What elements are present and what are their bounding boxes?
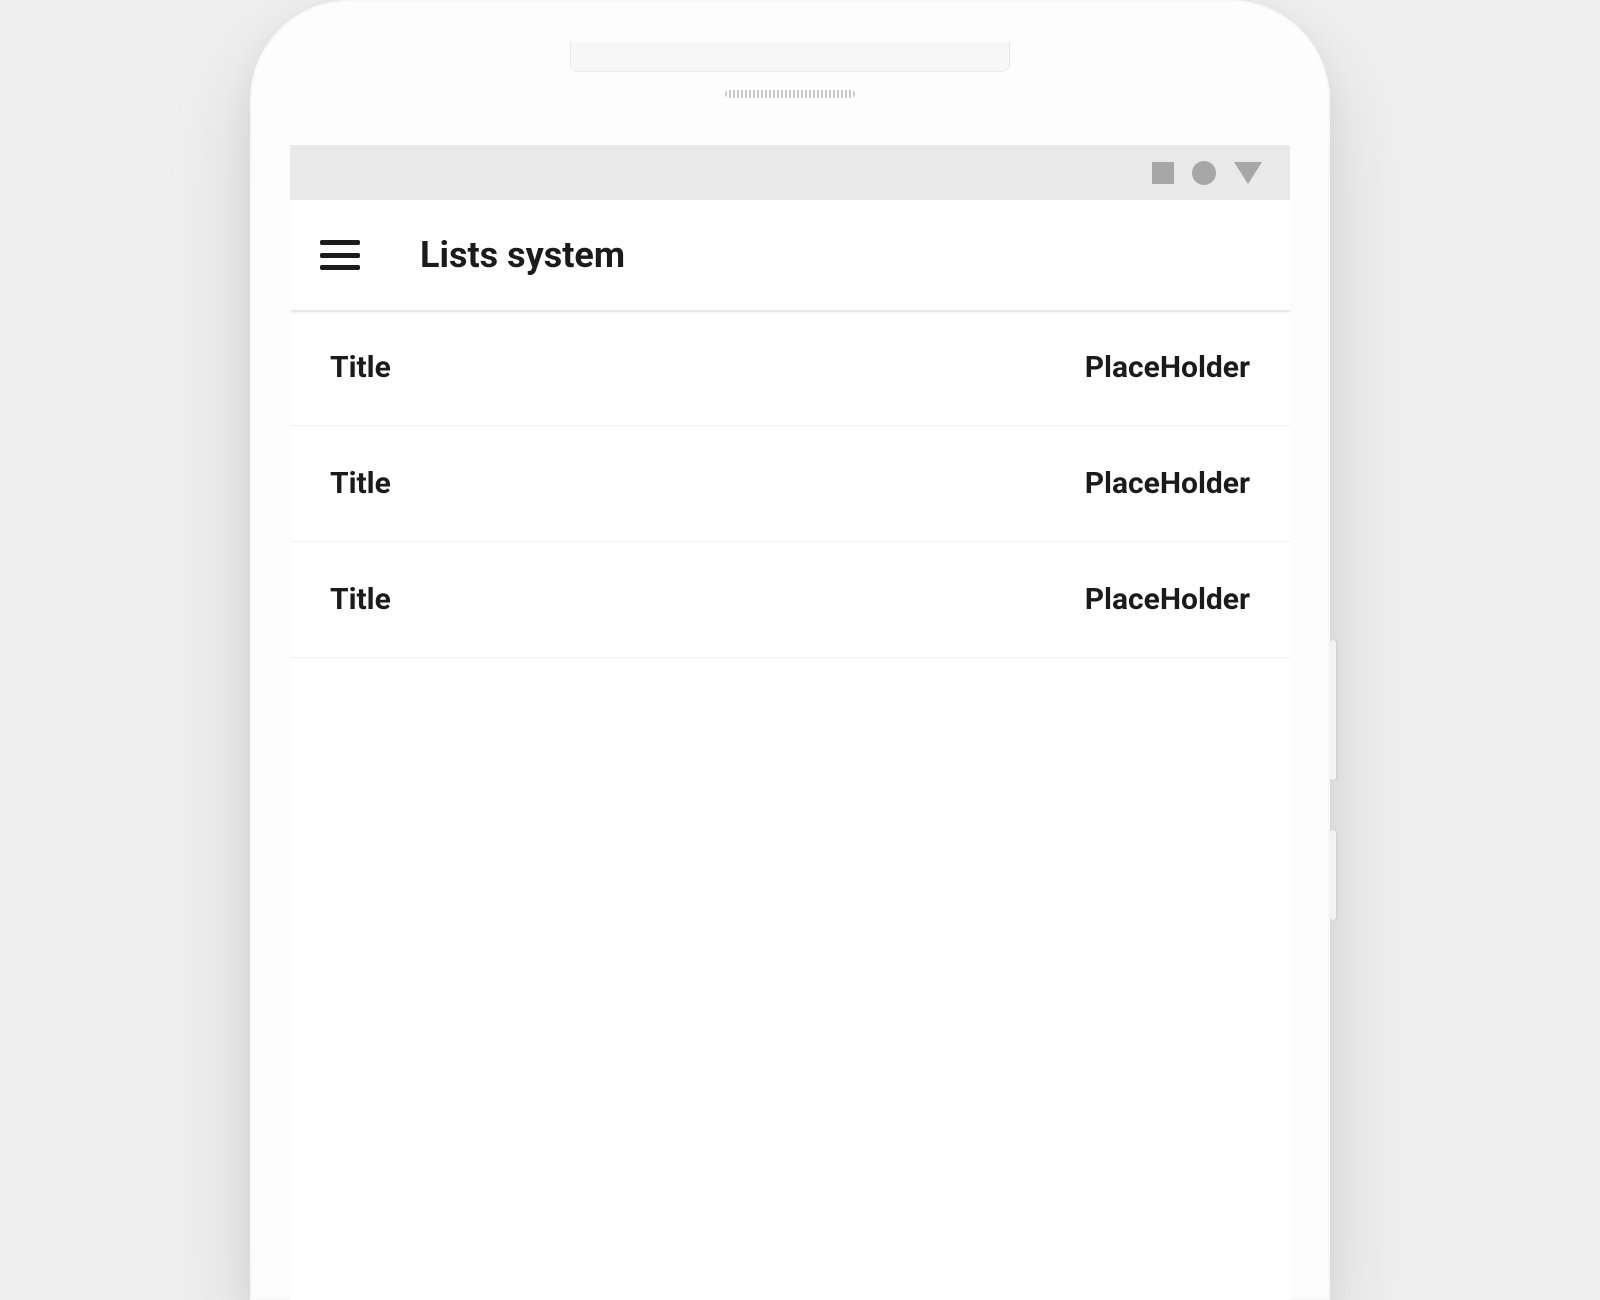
list-item[interactable]: Title PlaceHolder [290, 310, 1290, 426]
status-triangle-icon [1234, 162, 1262, 184]
screen: Lists system Title PlaceHolder Title Pla… [290, 145, 1290, 1300]
list-item-placeholder: PlaceHolder [1085, 466, 1250, 501]
list-item-title: Title [330, 582, 391, 617]
app-title: Lists system [420, 234, 625, 276]
app-bar: Lists system [290, 200, 1290, 310]
phone-side-button [1330, 640, 1336, 780]
list-item[interactable]: Title PlaceHolder [290, 426, 1290, 542]
status-square-icon [1152, 162, 1174, 184]
hamburger-menu-icon[interactable] [320, 240, 360, 270]
list-item-title: Title [330, 350, 391, 385]
list-item-placeholder: PlaceHolder [1085, 582, 1250, 617]
list: Title PlaceHolder Title PlaceHolder Titl… [290, 310, 1290, 658]
phone-top-slot [570, 42, 1010, 72]
list-item-placeholder: PlaceHolder [1085, 350, 1250, 385]
phone-frame: Lists system Title PlaceHolder Title Pla… [250, 0, 1330, 1300]
list-item[interactable]: Title PlaceHolder [290, 542, 1290, 658]
phone-side-button [1330, 830, 1336, 920]
list-item-title: Title [330, 466, 391, 501]
status-bar [290, 145, 1290, 200]
phone-speaker [725, 90, 855, 98]
status-circle-icon [1192, 161, 1216, 185]
